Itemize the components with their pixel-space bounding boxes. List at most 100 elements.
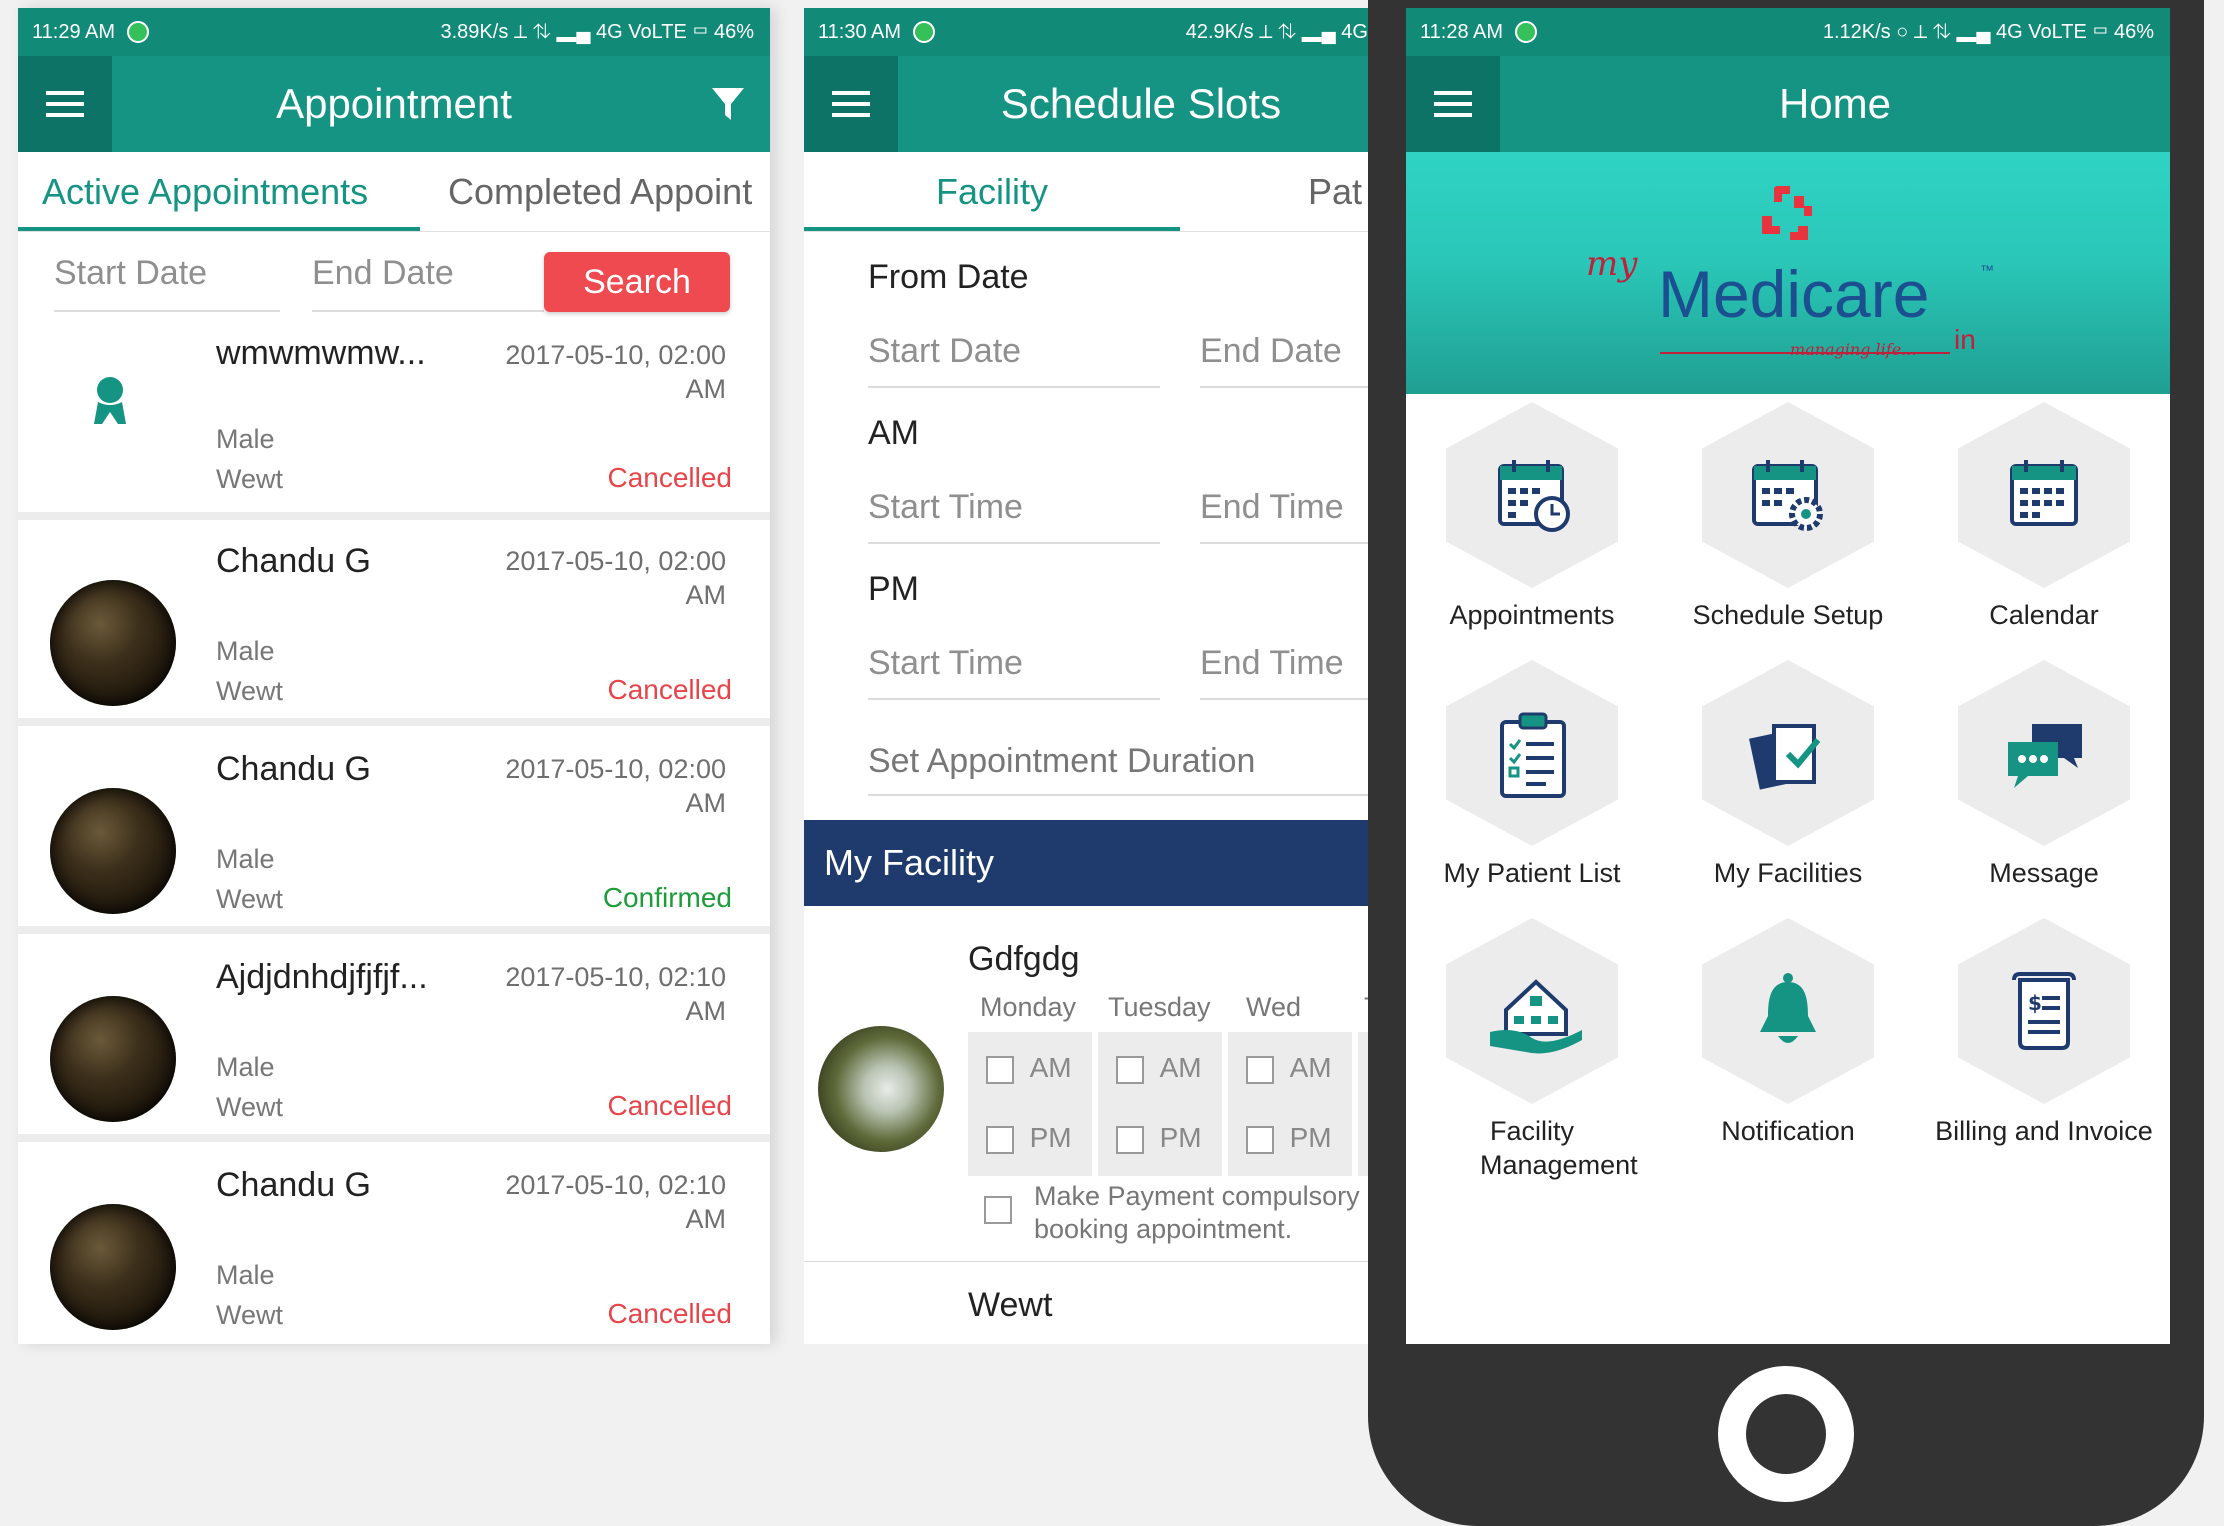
pm-end-time-underline xyxy=(1200,698,1384,700)
svg-text:$: $ xyxy=(2028,991,2042,1015)
wednesday-am-checkbox[interactable]: AM xyxy=(1246,1052,1332,1084)
end-date-input[interactable]: End Date xyxy=(312,254,454,293)
tab-completed-appointments[interactable]: Completed Appoint xyxy=(448,152,752,232)
pm-end-time-input[interactable]: End Time xyxy=(1200,644,1344,683)
avatar xyxy=(50,788,176,914)
facility-name: Wewt xyxy=(216,464,284,494)
home-tile-appointments[interactable]: Appointments xyxy=(1406,402,1658,662)
am-start-time-input[interactable]: Start Time xyxy=(868,488,1023,527)
status-badge: Cancelled xyxy=(607,1298,732,1329)
tile-label: Calendar xyxy=(1989,600,2099,630)
monday-slots: AM PM xyxy=(968,1032,1092,1176)
appointment-ampm: AM xyxy=(685,580,727,610)
appointment-datetime: 2017-05-10, 02:10 AM xyxy=(466,1168,726,1236)
monday-am-checkbox[interactable]: AM xyxy=(986,1052,1072,1084)
logo-name: Medicare xyxy=(1658,257,1930,331)
appointment-card[interactable]: wmwmwmw... 2017-05-10, 02:00 AM Male Wewt… xyxy=(18,324,770,520)
tab-facility[interactable]: Facility xyxy=(804,152,1180,232)
toolbar: Home xyxy=(1406,56,2170,152)
house-hand-icon xyxy=(1490,979,1582,1054)
tuesday-am-checkbox[interactable]: AM xyxy=(1116,1052,1202,1084)
am-end-time-input[interactable]: End Time xyxy=(1200,488,1344,527)
tab-patient[interactable]: Pat xyxy=(1308,152,1362,232)
pm-text: PM xyxy=(1159,1122,1202,1153)
facility-item[interactable]: Gdfgdg Monday Tuesday Wed T AM PM AM PM … xyxy=(804,906,1384,1262)
facility-item[interactable]: Wewt xyxy=(804,1262,1384,1344)
tile-label: Message xyxy=(1989,858,2099,888)
tab-active-appointments[interactable]: Active Appointments xyxy=(42,152,368,232)
tile-label: My Facilities xyxy=(1713,858,1863,888)
patient-name: Chandu G xyxy=(216,1166,371,1204)
clipboard-list-icon xyxy=(1500,712,1566,798)
avatar xyxy=(50,580,176,706)
appointment-date: 2017-05-10, 02:00 xyxy=(505,340,726,370)
appointment-card[interactable]: Chandu G 2017-05-10, 02:00 AM Male Wewt C… xyxy=(18,520,770,726)
appointment-datetime: 2017-05-10, 02:10 AM xyxy=(466,960,726,1028)
status-badge: Cancelled xyxy=(607,674,732,705)
date-filter-bar: Start Date End Date Search xyxy=(18,232,770,324)
pm-start-time-underline xyxy=(868,698,1160,700)
active-tab-indicator xyxy=(18,227,420,231)
end-date-underline xyxy=(312,310,544,312)
my-facility-header: My Facility xyxy=(804,820,1384,906)
start-date-input[interactable]: Start Date xyxy=(54,254,207,293)
end-date-underline xyxy=(1200,386,1384,388)
tuesday-pm-checkbox[interactable]: PM xyxy=(1116,1122,1202,1154)
appointment-card[interactable]: Ajdjdnhdjfjfjf... 2017-05-10, 02:10 AM Ma… xyxy=(18,936,770,1142)
filter-icon[interactable] xyxy=(708,84,748,124)
home-tile-calendar[interactable]: Calendar xyxy=(1918,402,2170,662)
wednesday-pm-checkbox[interactable]: PM xyxy=(1246,1122,1332,1154)
whatsapp-icon xyxy=(913,21,936,43)
status-time: 11:29 AM xyxy=(32,20,116,43)
start-date-input[interactable]: Start Date xyxy=(868,332,1021,371)
status-badge: Cancelled xyxy=(607,1090,732,1121)
start-date-underline xyxy=(868,386,1160,388)
am-text: AM xyxy=(1029,1052,1072,1083)
monday-pm-checkbox[interactable]: PM xyxy=(986,1122,1072,1154)
day-monday: Monday xyxy=(980,992,1077,1022)
home-tile-message[interactable]: Message xyxy=(1918,660,2170,920)
pm-text: PM xyxy=(1029,1122,1072,1153)
appointment-date: 2017-05-10, 02:00 xyxy=(505,754,726,784)
schedule-tabs: Facility Pat xyxy=(804,152,1384,232)
status-time: 11:30 AM xyxy=(818,20,902,43)
home-tile-billing-and-invoice[interactable]: $ Billing and Invoice xyxy=(1918,918,2170,1178)
hamburger-menu-button[interactable] xyxy=(18,56,112,152)
pm-text: PM xyxy=(1289,1122,1332,1153)
facility-name: Wewt xyxy=(216,1092,284,1122)
hamburger-menu-button[interactable] xyxy=(804,56,898,152)
toolbar: Appointment xyxy=(18,56,770,152)
status-time: 11:28 AM xyxy=(1420,20,1504,43)
invoice-icon: $ xyxy=(2012,972,2076,1050)
hamburger-menu-button[interactable] xyxy=(1406,56,1500,152)
appointment-card[interactable]: Chandu G 2017-05-10, 02:00 AM Male Wewt C… xyxy=(18,728,770,934)
status-indicators: 3.89K/s ⟂ ⇅ ▂▄ 4G VoLTE ▭ 46% xyxy=(440,20,755,43)
avatar xyxy=(50,996,176,1122)
appointment-card[interactable]: Chandu G 2017-05-10, 02:10 AM Male Wewt C… xyxy=(18,1144,770,1344)
facility-name: Gdfgdg xyxy=(968,940,1080,978)
schedule-slots-screen: 11:30 AM 42.9K/s ⟂ ⇅ ▂▄ 4G Schedule Slot… xyxy=(804,8,1384,1344)
payment-compulsory-checkbox[interactable] xyxy=(984,1196,1012,1224)
end-date-input[interactable]: End Date xyxy=(1200,332,1342,371)
tile-label: My Patient List xyxy=(1443,858,1621,888)
home-tile-my-patient-list[interactable]: My Patient List xyxy=(1406,660,1658,920)
facility-name: Wewt xyxy=(968,1286,1053,1324)
appointment-duration-input[interactable]: Set Appointment Duration xyxy=(868,742,1255,781)
appointment-datetime: 2017-05-10, 02:00 AM xyxy=(466,752,726,820)
appointment-ampm: AM xyxy=(685,374,727,404)
appointment-datetime: 2017-05-10, 02:00 AM xyxy=(466,338,726,406)
home-tile-schedule-setup[interactable]: Schedule Setup xyxy=(1662,402,1914,662)
facility-name: Wewt xyxy=(216,1300,284,1330)
home-tile-notification[interactable]: Notification xyxy=(1662,918,1914,1178)
home-tile-my-facilities[interactable]: My Facilities xyxy=(1662,660,1914,920)
home-button[interactable] xyxy=(1718,1366,1854,1502)
documents-check-icon xyxy=(1749,724,1821,790)
pm-start-time-input[interactable]: Start Time xyxy=(868,644,1023,683)
appointment-ampm: AM xyxy=(685,996,727,1026)
appointment-date: 2017-05-10, 02:00 xyxy=(505,546,726,576)
home-tile-facility-management[interactable]: Facility Management xyxy=(1406,918,1658,1180)
person-icon xyxy=(94,377,126,424)
search-button[interactable]: Search xyxy=(544,252,730,312)
logo-trademark: ™ xyxy=(1980,262,1994,278)
logo-tagline: managing life... xyxy=(1790,340,1917,359)
